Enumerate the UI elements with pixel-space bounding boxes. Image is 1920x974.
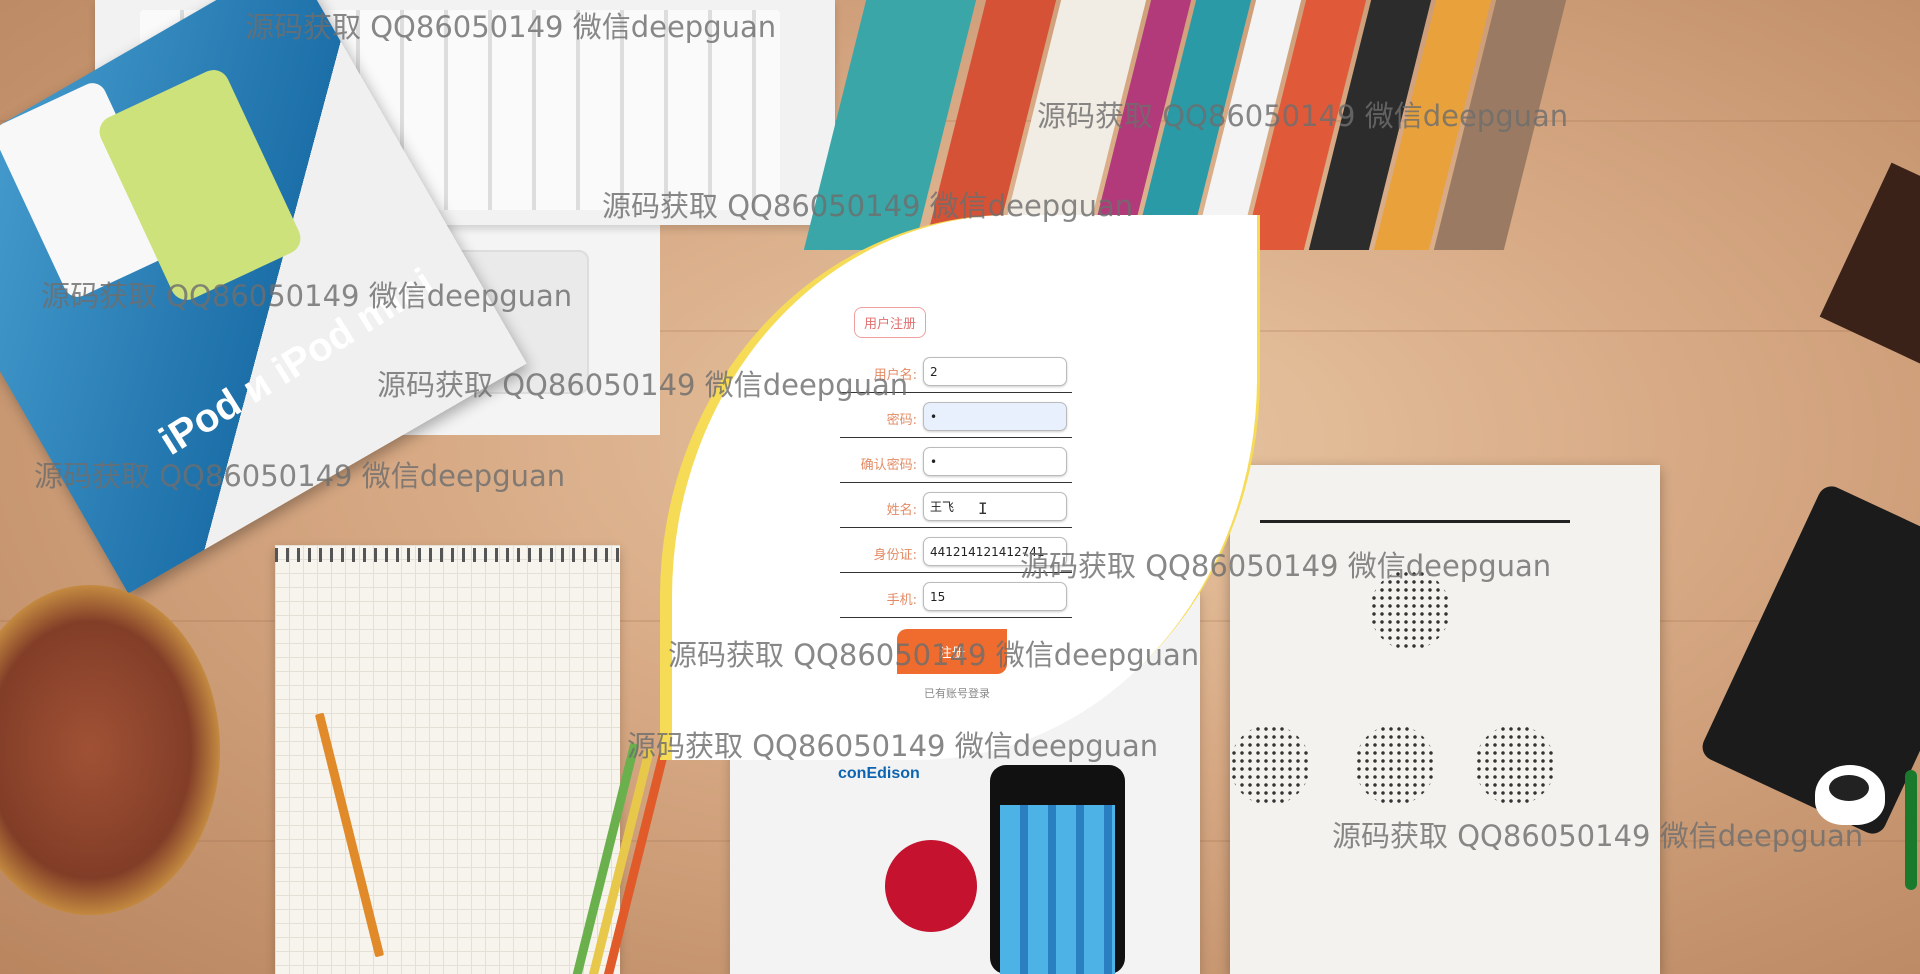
side-widget[interactable]: [1905, 770, 1917, 890]
form-title: 用户注册: [854, 307, 927, 338]
tablet: [1697, 481, 1920, 839]
teapot: [0, 585, 220, 915]
lg-logo: [885, 840, 977, 932]
conedison-logo: conEdison: [838, 765, 920, 782]
watermark: 源码获取 QQ86050149 微信deepguan: [245, 10, 777, 44]
watermark: 源码获取 QQ86050149 微信deepguan: [627, 729, 1159, 763]
watermark: 源码获取 QQ86050149 微信deepguan: [34, 459, 566, 493]
watermark: 源码获取 QQ86050149 微信deepguan: [1037, 99, 1569, 133]
confirm-password-input[interactable]: [923, 447, 1067, 476]
login-link[interactable]: 已有账号登录: [924, 685, 990, 701]
phone-input[interactable]: [923, 582, 1067, 611]
password-label: 密码:: [886, 413, 917, 428]
cat-mascot-icon[interactable]: [1815, 765, 1885, 825]
username-input[interactable]: [923, 357, 1067, 386]
watermark: 源码获取 QQ86050149 微信deepguan: [1020, 549, 1552, 583]
watermark: 源码获取 QQ86050149 微信deepguan: [377, 368, 909, 402]
name-input[interactable]: [923, 492, 1067, 521]
id-card-label: 身份证:: [873, 548, 917, 563]
confirm-password-row: 确认密码:: [840, 444, 1072, 483]
watermark: 源码获取 QQ86050149 微信deepguan: [602, 189, 1134, 223]
text-cursor-icon: I: [978, 499, 988, 518]
name-row: 姓名:: [840, 489, 1072, 528]
watermark: 源码获取 QQ86050149 微信deepguan: [668, 638, 1200, 672]
open-magazine: [1230, 465, 1660, 974]
confirm-password-label: 确认密码:: [860, 458, 917, 473]
phone-label: 手机:: [886, 593, 917, 608]
password-row: 密码:: [840, 399, 1072, 438]
password-input[interactable]: [923, 402, 1067, 431]
watermark: 源码获取 QQ86050149 微信deepguan: [41, 279, 573, 313]
watermark: 源码获取 QQ86050149 微信deepguan: [1332, 819, 1864, 853]
name-label: 姓名:: [886, 503, 917, 518]
